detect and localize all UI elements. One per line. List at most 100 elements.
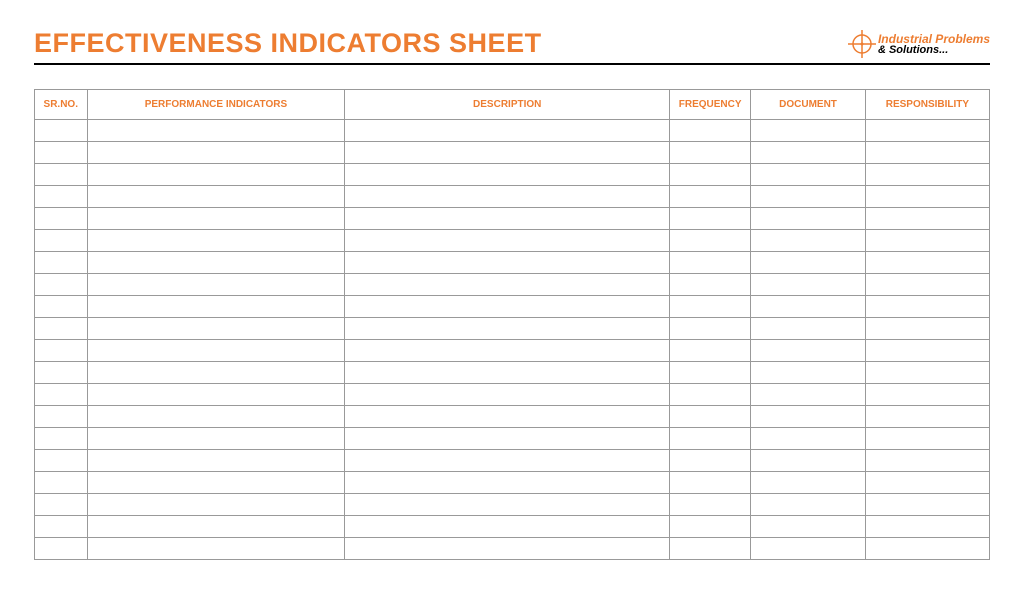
table-cell (87, 384, 345, 406)
table-cell (670, 406, 751, 428)
table-cell (670, 516, 751, 538)
logo-text: Industrial Problems & Solutions... (878, 33, 990, 56)
table-cell (751, 318, 866, 340)
table-cell (751, 406, 866, 428)
table-cell (87, 472, 345, 494)
table-cell (345, 494, 670, 516)
table-cell (87, 340, 345, 362)
table-cell (35, 296, 88, 318)
table-cell (865, 274, 989, 296)
table-cell (87, 296, 345, 318)
table-cell (35, 274, 88, 296)
crosshair-icon (848, 30, 876, 58)
table-cell (751, 252, 866, 274)
table-cell (345, 274, 670, 296)
table-row (35, 428, 990, 450)
table-cell (751, 472, 866, 494)
table-cell (865, 340, 989, 362)
table-cell (345, 318, 670, 340)
table-cell (670, 208, 751, 230)
table-cell (670, 472, 751, 494)
table-cell (87, 120, 345, 142)
table-row (35, 186, 990, 208)
table-row (35, 516, 990, 538)
table-cell (865, 516, 989, 538)
table-cell (865, 120, 989, 142)
table-cell (87, 274, 345, 296)
table-cell (751, 384, 866, 406)
table-cell (670, 142, 751, 164)
table-cell (87, 230, 345, 252)
table-cell (751, 494, 866, 516)
table-cell (35, 186, 88, 208)
table-cell (670, 450, 751, 472)
header-sr-no: SR.NO. (35, 90, 88, 120)
table-cell (345, 538, 670, 560)
table-cell (670, 252, 751, 274)
table-cell (865, 318, 989, 340)
table-header-row: SR.NO. PERFORMANCE INDICATORS DESCRIPTIO… (35, 90, 990, 120)
table-cell (345, 186, 670, 208)
table-cell (35, 120, 88, 142)
table-cell (35, 142, 88, 164)
table-cell (865, 384, 989, 406)
table-cell (345, 142, 670, 164)
table-row (35, 296, 990, 318)
table-cell (87, 318, 345, 340)
table-cell (87, 362, 345, 384)
table-row (35, 164, 990, 186)
table-cell (865, 362, 989, 384)
table-cell (345, 516, 670, 538)
table-cell (35, 494, 88, 516)
table-cell (35, 406, 88, 428)
page-title: EFFECTIVENESS INDICATORS SHEET (34, 28, 542, 59)
table-cell (751, 230, 866, 252)
header-description: DESCRIPTION (345, 90, 670, 120)
table-cell (35, 362, 88, 384)
table-cell (345, 252, 670, 274)
table-cell (865, 252, 989, 274)
table-row (35, 472, 990, 494)
table-cell (345, 384, 670, 406)
table-cell (751, 450, 866, 472)
table-cell (751, 340, 866, 362)
table-row (35, 208, 990, 230)
table-cell (865, 538, 989, 560)
table-row (35, 340, 990, 362)
table-cell (751, 538, 866, 560)
table-cell (35, 164, 88, 186)
table-cell (670, 230, 751, 252)
header-frequency: FREQUENCY (670, 90, 751, 120)
table-cell (751, 208, 866, 230)
table-cell (345, 120, 670, 142)
table-cell (670, 384, 751, 406)
table-cell (87, 516, 345, 538)
table-cell (345, 164, 670, 186)
table-row (35, 538, 990, 560)
table-cell (35, 252, 88, 274)
table-cell (865, 296, 989, 318)
table-cell (670, 494, 751, 516)
table-cell (865, 186, 989, 208)
table-cell (670, 318, 751, 340)
table-cell (87, 538, 345, 560)
table-cell (670, 186, 751, 208)
table-row (35, 450, 990, 472)
table-cell (345, 472, 670, 494)
table-cell (87, 186, 345, 208)
table-cell (865, 164, 989, 186)
table-cell (751, 142, 866, 164)
table-row (35, 406, 990, 428)
table-row (35, 362, 990, 384)
table-cell (865, 428, 989, 450)
document-header: EFFECTIVENESS INDICATORS SHEET Industria… (34, 28, 990, 65)
table-body (35, 120, 990, 560)
table-cell (670, 164, 751, 186)
table-cell (751, 296, 866, 318)
table-cell (345, 406, 670, 428)
table-cell (35, 538, 88, 560)
table-cell (865, 142, 989, 164)
table-cell (87, 450, 345, 472)
table-cell (865, 472, 989, 494)
table-cell (865, 450, 989, 472)
